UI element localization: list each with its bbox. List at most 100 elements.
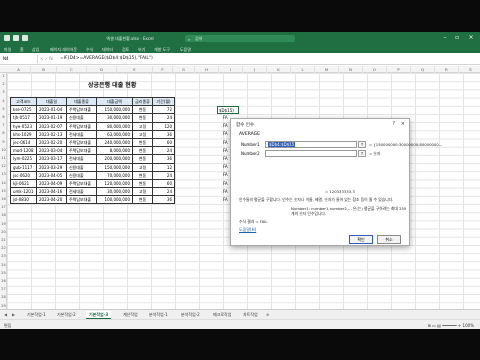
- table-cell[interactable]: kjl-0621: [10, 178, 37, 189]
- column-header[interactable]: O: [363, 66, 387, 73]
- table-cell[interactable]: 2023-02-13: [36, 129, 67, 139]
- row-header[interactable]: 1: [0, 74, 7, 78]
- cancel-button[interactable]: 취소: [377, 235, 401, 244]
- column-header[interactable]: N: [339, 66, 363, 73]
- row-header[interactable]: 25: [0, 271, 7, 275]
- column-header[interactable]: B: [31, 66, 57, 73]
- table-cell[interactable]: 24: [152, 146, 175, 156]
- table-cell[interactable]: kse-0725: [10, 105, 37, 115]
- sheet-tab[interactable]: 계산작업: [120, 311, 141, 319]
- row-header[interactable]: 8: [0, 131, 7, 135]
- table-cell[interactable]: 12: [152, 162, 175, 172]
- table-cell[interactable]: mod-1208: [10, 146, 37, 156]
- row-header[interactable]: 23: [0, 254, 7, 258]
- number1-input[interactable]: $D$4:$D$15: [265, 141, 357, 148]
- row-header[interactable]: 24: [0, 263, 7, 267]
- result-cell[interactable]: FA: [223, 164, 228, 169]
- close-icon[interactable]: ×: [401, 121, 405, 127]
- table-cell[interactable]: 150,000,000: [96, 105, 133, 115]
- row-header[interactable]: 13: [0, 172, 7, 176]
- prev-sheet-icon[interactable]: ◀: [4, 312, 7, 317]
- table-cell[interactable]: 고정: [132, 121, 153, 131]
- row-header[interactable]: 28: [0, 295, 7, 299]
- table-cell[interactable]: 고정: [132, 187, 153, 197]
- result-cell[interactable]: FA: [223, 172, 228, 177]
- range-picker-icon[interactable]: ↑: [358, 150, 366, 157]
- table-cell[interactable]: 30,000,000: [96, 113, 133, 123]
- row-header[interactable]: 10: [0, 148, 7, 152]
- table-cell[interactable]: 120,000,000: [96, 178, 133, 189]
- row-header[interactable]: 17: [0, 205, 7, 209]
- row-header[interactable]: 18: [0, 213, 7, 217]
- undo-icon[interactable]: [13, 35, 19, 41]
- header-cell[interactable]: 고객코드: [10, 96, 37, 107]
- row-header[interactable]: 11: [0, 156, 7, 160]
- row-header[interactable]: 29: [0, 304, 7, 308]
- result-cell[interactable]: FA: [223, 189, 228, 194]
- table-cell[interactable]: 신용대출: [66, 113, 97, 123]
- table-cell[interactable]: 60: [152, 178, 175, 189]
- table-cell[interactable]: 2023-01-19: [36, 113, 67, 123]
- table-cell[interactable]: 2023-04-05: [36, 170, 67, 180]
- table-cell[interactable]: 8,000,000: [96, 146, 133, 156]
- header-cell[interactable]: 기간(월): [152, 96, 175, 107]
- table-cell[interactable]: 36: [152, 154, 175, 164]
- table-cell[interactable]: 주택담보대출: [66, 195, 97, 205]
- row-header[interactable]: 4: [0, 99, 7, 103]
- column-header[interactable]: A: [7, 66, 31, 73]
- table-cell[interactable]: 신용대출: [66, 162, 97, 172]
- header-cell[interactable]: 금리종류: [132, 96, 153, 107]
- row-header[interactable]: 27: [0, 287, 7, 291]
- table-cell[interactable]: 2023-03-04: [36, 146, 67, 156]
- table-cell[interactable]: 63,000,000: [96, 129, 133, 139]
- sheet-tab[interactable]: 차트작업: [240, 311, 261, 319]
- result-cell[interactable]: FA: [223, 148, 228, 153]
- table-cell[interactable]: 고정: [132, 129, 153, 139]
- result-cell[interactable]: FA: [223, 140, 228, 145]
- table-cell[interactable]: 변동: [132, 195, 153, 205]
- table-cell[interactable]: 전세대출: [66, 154, 97, 164]
- table-cell[interactable]: 2023-04-16: [36, 187, 67, 197]
- table-cell[interactable]: 전세대출: [66, 129, 97, 139]
- table-cell[interactable]: 2023-01-04: [36, 105, 67, 115]
- number2-input[interactable]: [265, 150, 357, 157]
- column-header[interactable]: D: [87, 66, 117, 73]
- table-cell[interactable]: 주택담보대출: [66, 178, 97, 189]
- table-cell[interactable]: 변동: [132, 137, 153, 148]
- header-cell[interactable]: 대출종류: [66, 96, 97, 107]
- table-cell[interactable]: hye-0523: [10, 121, 37, 131]
- header-cell[interactable]: 대출금액: [96, 96, 133, 107]
- column-header[interactable]: P: [387, 66, 411, 73]
- help-icon[interactable]: ?: [392, 121, 395, 127]
- column-header[interactable]: C: [57, 66, 87, 73]
- row-header[interactable]: 26: [0, 279, 7, 283]
- row-header[interactable]: 7: [0, 123, 7, 127]
- column-header[interactable]: H: [195, 66, 219, 73]
- row-header[interactable]: 20: [0, 230, 7, 234]
- next-sheet-icon[interactable]: ▶: [12, 312, 15, 317]
- table-cell[interactable]: 240,000,000: [96, 137, 133, 148]
- column-header[interactable]: K: [267, 66, 291, 73]
- row-header[interactable]: 9: [0, 140, 7, 144]
- sheet-tab-active[interactable]: 기본작업-3: [86, 311, 112, 319]
- row-header[interactable]: 21: [0, 238, 7, 242]
- ok-button[interactable]: 확인: [349, 235, 373, 244]
- row-header[interactable]: 2: [0, 82, 7, 86]
- search-box[interactable]: ⌕ 검색: [185, 35, 295, 42]
- column-header[interactable]: J: [243, 66, 267, 73]
- sheet-tab[interactable]: 분석작업-2: [178, 311, 203, 319]
- header-cell[interactable]: 대출일: [36, 96, 67, 107]
- maximize-button[interactable]: ▫: [452, 34, 462, 42]
- table-cell[interactable]: tjh-0517: [10, 113, 37, 123]
- table-cell[interactable]: 변동: [132, 113, 153, 123]
- row-header[interactable]: 5: [0, 107, 7, 111]
- table-cell[interactable]: 72: [152, 105, 175, 115]
- result-cell[interactable]: FA: [223, 115, 228, 120]
- view-zoom-controls[interactable]: ⊞ ▭ ▤ ━━━━━━ + 100%: [427, 323, 474, 328]
- column-header[interactable]: M: [315, 66, 339, 73]
- table-cell[interactable]: 변동: [132, 146, 153, 156]
- table-cell[interactable]: 60: [152, 137, 175, 148]
- result-cell[interactable]: FA: [223, 131, 228, 136]
- table-cell[interactable]: 200,000,000: [96, 154, 133, 164]
- row-header[interactable]: 6: [0, 115, 7, 119]
